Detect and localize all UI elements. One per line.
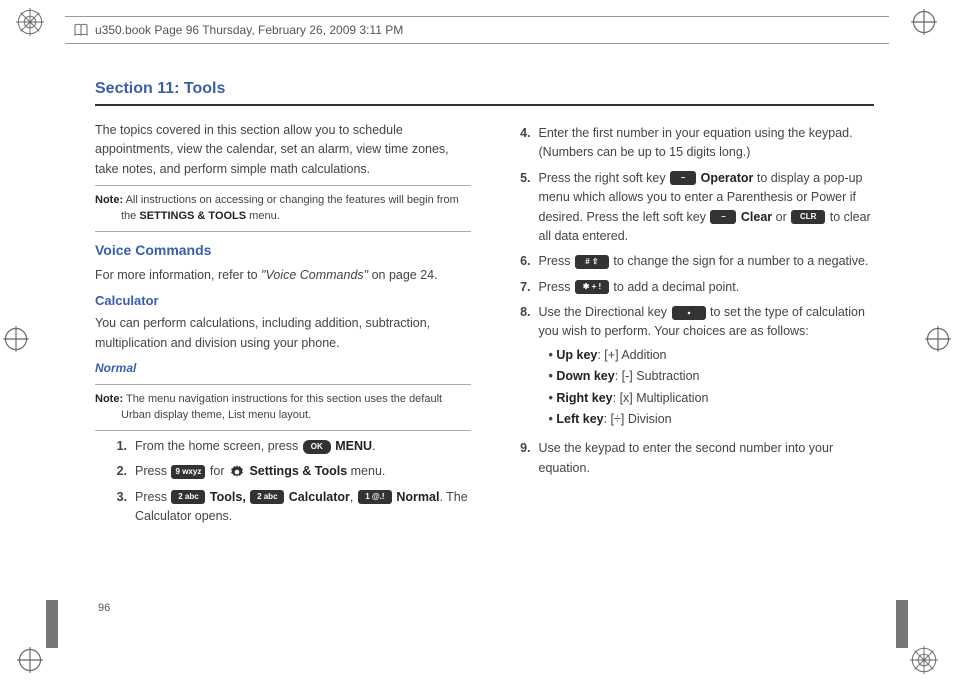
calculator-heading: Calculator bbox=[95, 291, 471, 311]
step-3: 3. Press 2 abc Tools, 2 abc Calculator, … bbox=[105, 488, 471, 527]
voice-commands-heading: Voice Commands bbox=[95, 240, 471, 262]
voice-commands-text: For more information, refer to "Voice Co… bbox=[95, 266, 471, 285]
note-label: Note: bbox=[95, 194, 123, 206]
step-7: 7. Press ✱ + ! to add a decimal point. bbox=[509, 278, 875, 297]
header-text: u350.book Page 96 Thursday, February 26,… bbox=[95, 23, 403, 37]
steps-right: 4. Enter the first number in your equati… bbox=[509, 124, 875, 478]
softkey-right-icon: – bbox=[670, 171, 696, 185]
star-key-icon: ✱ + ! bbox=[575, 280, 609, 294]
note-2: Note: The menu navigation instructions f… bbox=[95, 391, 471, 424]
reg-mark-ml bbox=[2, 325, 30, 353]
note-label: Note: bbox=[95, 393, 123, 405]
reg-mark-bl bbox=[16, 646, 44, 674]
key-1-icon: 1 @.! bbox=[358, 490, 392, 504]
bullet-down: Down key: [-] Subtraction bbox=[549, 367, 875, 386]
note-text: All instructions on accessing or changin… bbox=[126, 194, 459, 206]
reg-mark-br bbox=[910, 646, 938, 674]
direction-bullets: Up key: [+] Addition Down key: [-] Subtr… bbox=[549, 346, 875, 430]
steps-left: 1. From the home screen, press OK MENU. … bbox=[105, 437, 471, 527]
key-2-icon: 2 abc bbox=[171, 490, 205, 504]
intro-paragraph: The topics covered in this section allow… bbox=[95, 121, 471, 179]
note-1: Note: All instructions on accessing or c… bbox=[95, 192, 471, 225]
reg-mark-mr bbox=[924, 325, 952, 353]
page-number: 96 bbox=[98, 602, 110, 614]
rule bbox=[95, 185, 471, 186]
book-icon bbox=[73, 22, 89, 38]
bullet-left: Left key: [÷] Division bbox=[549, 410, 875, 429]
calculator-text: You can perform calculations, including … bbox=[95, 314, 471, 353]
reg-mark-tl bbox=[16, 8, 44, 36]
step-4: 4. Enter the first number in your equati… bbox=[509, 124, 875, 163]
reg-mark-tr bbox=[910, 8, 938, 36]
step-2: 2. Press 9 wxyz for Settings & Tools men… bbox=[105, 462, 471, 481]
section-rule bbox=[95, 104, 874, 106]
right-column: 4. Enter the first number in your equati… bbox=[499, 118, 875, 532]
rule bbox=[95, 384, 471, 385]
key-2-icon: 2 abc bbox=[250, 490, 284, 504]
clr-key-icon: CLR bbox=[791, 210, 825, 224]
gear-icon bbox=[229, 464, 245, 480]
directional-key-icon bbox=[672, 306, 706, 320]
pound-key-icon: # ⇧ bbox=[575, 255, 609, 269]
note-text: The menu navigation instructions for thi… bbox=[126, 393, 442, 405]
header-bar: u350.book Page 96 Thursday, February 26,… bbox=[65, 16, 889, 44]
section-title: Section 11: Tools bbox=[95, 80, 874, 98]
step-1: 1. From the home screen, press OK MENU. bbox=[105, 437, 471, 456]
crop-bar-l bbox=[46, 600, 58, 648]
rule bbox=[95, 430, 471, 431]
ok-key-icon: OK bbox=[303, 440, 331, 454]
left-column: The topics covered in this section allow… bbox=[95, 118, 471, 532]
step-9: 9. Use the keypad to enter the second nu… bbox=[509, 439, 875, 478]
normal-heading: Normal bbox=[95, 359, 471, 378]
bullet-right: Right key: [x] Multiplication bbox=[549, 389, 875, 408]
key-9-icon: 9 wxyz bbox=[171, 465, 205, 479]
step-5: 5. Press the right soft key – Operator t… bbox=[509, 169, 875, 247]
step-6: 6. Press # ⇧ to change the sign for a nu… bbox=[509, 252, 875, 271]
bullet-up: Up key: [+] Addition bbox=[549, 346, 875, 365]
columns: The topics covered in this section allow… bbox=[95, 118, 874, 532]
crop-bar-r bbox=[896, 600, 908, 648]
step-8: 8. Use the Directional key to set the ty… bbox=[509, 303, 875, 433]
softkey-left-icon: – bbox=[710, 210, 736, 224]
rule bbox=[95, 231, 471, 232]
page-content: Section 11: Tools The topics covered in … bbox=[95, 80, 874, 622]
